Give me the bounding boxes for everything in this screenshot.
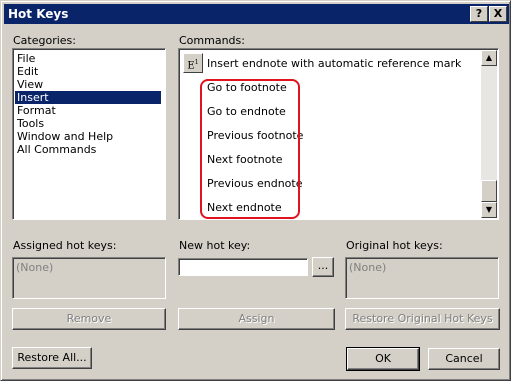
cancel-button[interactable]: Cancel [428,348,500,370]
restore-original-hot-keys-button[interactable]: Restore Original Hot Keys [345,308,500,330]
category-item-window-and-help[interactable]: Window and Help [15,130,115,143]
restore-all-button[interactable]: Restore All... [12,347,92,369]
title-bar[interactable]: Hot Keys ? X [4,4,509,24]
scroll-thumb[interactable] [481,180,497,202]
hot-keys-dialog: Hot Keys ? X Categories: File Edit View Ins… [0,0,511,381]
original-hot-keys-label: Original hot keys: [346,239,443,252]
category-item-all-commands[interactable]: All Commands [15,143,98,156]
assign-button[interactable]: Assign [178,308,335,330]
highlight-box [200,79,300,219]
new-hot-key-label: New hot key: [179,239,251,252]
category-item-edit[interactable]: Edit [15,65,40,78]
commands-label: Commands: [179,34,245,47]
categories-list[interactable]: File Edit View Insert Format Tools Window and … [12,48,166,220]
category-item-tools[interactable]: Tools [15,117,46,130]
remove-button[interactable]: Remove [12,308,166,330]
assigned-hot-keys-list[interactable]: (None) [12,257,166,299]
new-hot-key-input[interactable] [178,258,308,276]
categories-label: Categories: [13,34,76,47]
help-button[interactable]: ? [470,6,488,22]
scroll-down-icon[interactable]: ▼ [481,202,497,218]
category-item-insert[interactable]: Insert [15,91,161,104]
original-value: (None) [349,261,387,274]
commands-scrollbar[interactable]: ▲ ▼ [481,50,497,218]
category-item-file[interactable]: File [15,52,37,65]
ok-button[interactable]: OK [346,347,420,371]
original-hot-keys-list[interactable]: (None) [345,257,499,299]
category-item-format[interactable]: Format [15,104,58,117]
scroll-up-icon[interactable]: ▲ [481,50,497,66]
insert-endnote-icon: E1 [183,53,203,73]
command-item-insert-endnote[interactable]: Insert endnote with automatic reference … [207,57,461,70]
browse-button[interactable]: ... [312,257,334,277]
assigned-value: (None) [16,261,54,274]
dialog-title: Hot Keys [8,7,69,21]
category-item-view[interactable]: View [15,78,45,91]
close-button[interactable]: X [489,6,507,22]
commands-list[interactable]: E1 Insert endnote with automatic referen… [178,48,499,220]
assigned-hot-keys-label: Assigned hot keys: [13,239,117,252]
